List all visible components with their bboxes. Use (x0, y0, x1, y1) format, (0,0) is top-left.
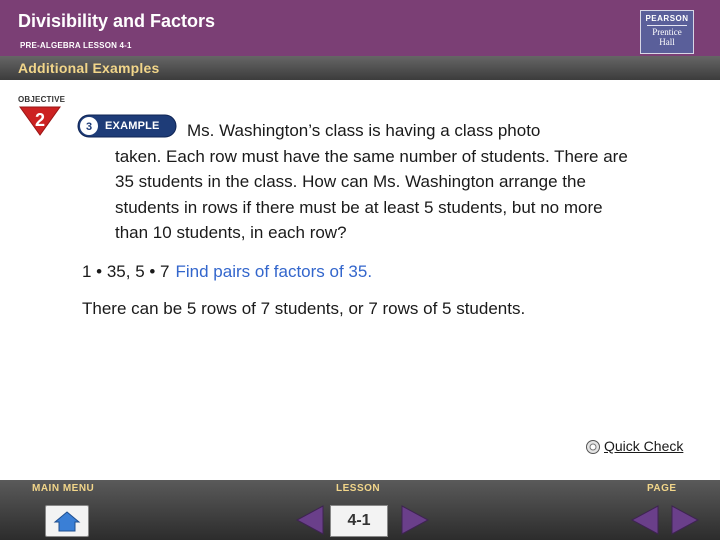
section-label: Additional Examples (18, 60, 160, 76)
step-hint: Find pairs of factors of 35. (175, 262, 373, 281)
objective-number: 2 (35, 110, 45, 130)
logo-name-line2: Hall (659, 37, 675, 47)
answer-text: There can be 5 rows of 7 students, or 7 … (82, 299, 526, 318)
main-menu-home-button[interactable] (45, 505, 89, 537)
header: Divisibility and Factors PRE-ALGEBRA LES… (0, 0, 720, 56)
arrow-right-icon (401, 505, 430, 535)
problem-statement: Ms. Washington’s class is having a class… (115, 118, 635, 246)
quick-check-label: Quick Check (604, 438, 684, 454)
arrow-left-icon (295, 505, 324, 535)
lesson-number: 4-1 (330, 505, 388, 537)
objective-shield-icon: 2 (19, 106, 61, 136)
logo-divider (647, 25, 687, 26)
lesson-prev-button[interactable] (295, 504, 325, 541)
page-title: Divisibility and Factors (18, 11, 216, 31)
objective-badge: OBJECTIVE 2 (16, 95, 66, 136)
page-label: PAGE (647, 483, 677, 494)
quick-check-icon (586, 440, 600, 455)
logo-top-text: PEARSON (645, 14, 689, 23)
lesson-label: LESSON (336, 483, 381, 494)
objective-label: OBJECTIVE (18, 95, 66, 104)
problem-text: taken. Each row must have the same numbe… (115, 146, 628, 243)
publisher-logo: PEARSON Prentice Hall (640, 10, 694, 54)
lesson-next-button[interactable] (400, 504, 430, 541)
factor-pairs: 1 • 35, 5 • 7 (82, 262, 170, 281)
page-prev-button[interactable] (630, 504, 660, 541)
page-next-button[interactable] (670, 504, 700, 541)
solution-step: 1 • 35, 5 • 7 Find pairs of factors of 35… (82, 262, 372, 282)
problem-line-1: Ms. Washington’s class is having a class… (187, 121, 541, 140)
main-menu-label: MAIN MENU (32, 483, 95, 494)
arrow-right-icon (671, 505, 700, 535)
section-bar: Additional Examples (0, 56, 720, 80)
home-icon (53, 511, 81, 532)
quick-check-link[interactable]: Quick Check (585, 438, 683, 455)
arrow-left-icon (630, 505, 659, 535)
logo-name-line1: Prentice (652, 27, 682, 37)
example-number: 3 (86, 121, 92, 133)
lesson-subtitle: PRE-ALGEBRA LESSON 4-1 (20, 41, 132, 50)
